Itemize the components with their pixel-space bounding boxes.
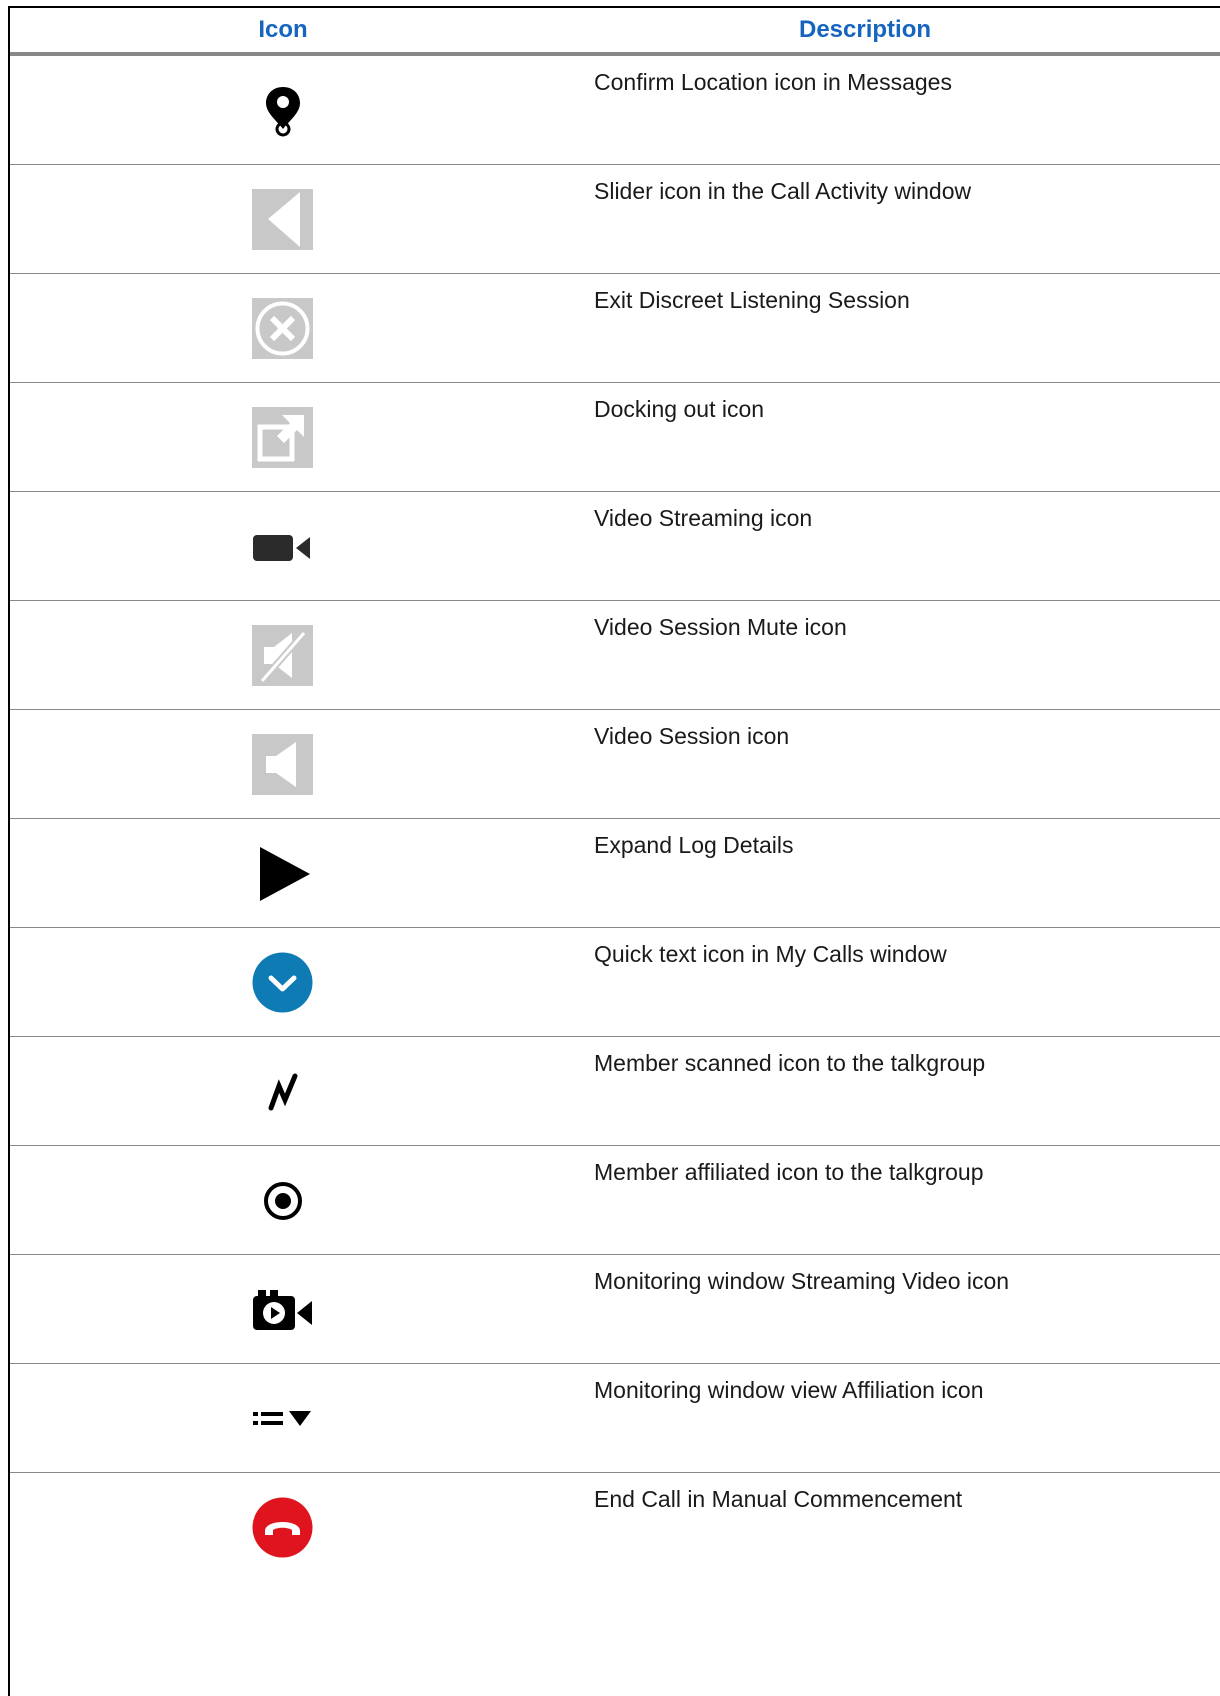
description-column-header: Description: [798, 16, 932, 43]
description-cell: Member scanned icon to the talkgroup: [594, 1050, 986, 1076]
icon-cell: [10, 1364, 556, 1472]
icon-cell: [10, 56, 556, 164]
icon-cell: [10, 1037, 556, 1145]
speaker-muted-icon: [252, 625, 313, 686]
icon-cell: [10, 165, 556, 273]
description-cell: Exit Discreet Listening Session: [594, 287, 910, 313]
table-row: Exit Discreet Listening Session: [10, 274, 1220, 383]
description-cell: Docking out icon: [594, 396, 765, 422]
table-row: Docking out icon: [10, 383, 1220, 492]
description-cell: Slider icon in the Call Activity window: [594, 178, 972, 204]
icon-cell: [10, 1255, 556, 1363]
dock-out-icon: [252, 407, 313, 468]
target-dot-icon: [252, 1170, 313, 1231]
description-cell: Video Session icon: [594, 723, 790, 749]
description-cell: Video Session Mute icon: [594, 614, 847, 640]
table-row: Member scanned icon to the talkgroup: [10, 1037, 1220, 1146]
play-triangle-icon: [252, 843, 313, 904]
location-pin-icon: [252, 80, 313, 141]
icon-cell: [10, 710, 556, 818]
description-cell: End Call in Manual Commencement: [594, 1486, 963, 1512]
table-row: Video Streaming icon: [10, 492, 1220, 601]
table-row: End Call in Manual Commencement: [10, 1473, 1220, 1581]
table-row: Video Session icon: [10, 710, 1220, 819]
description-cell: Video Streaming icon: [594, 505, 813, 531]
table-row: Quick text icon in My Calls window: [10, 928, 1220, 1037]
description-cell: Expand Log Details: [594, 832, 794, 858]
icon-cell: [10, 274, 556, 382]
description-cell: Monitoring window view Affiliation icon: [594, 1377, 984, 1403]
table-row: Member affiliated icon to the talkgroup: [10, 1146, 1220, 1255]
table-header: Icon Description: [10, 8, 1220, 56]
speaker-icon: [252, 734, 313, 795]
icon-description-table: Icon Description Confirm Location icon i…: [8, 6, 1220, 1696]
streaming-camera-icon: [252, 1279, 313, 1340]
table-row: Slider icon in the Call Activity window: [10, 165, 1220, 274]
slider-left-icon: [252, 189, 313, 250]
scan-zigzag-icon: [252, 1061, 313, 1122]
description-cell: Quick text icon in My Calls window: [594, 941, 947, 967]
description-cell: Monitoring window Streaming Video icon: [594, 1268, 1010, 1294]
icon-cell: [10, 819, 556, 927]
icon-cell: [10, 1473, 556, 1581]
table-row: Video Session Mute icon: [10, 601, 1220, 710]
description-cell: Confirm Location icon in Messages: [594, 69, 952, 95]
icon-cell: [10, 928, 556, 1036]
icon-cell: [10, 1146, 556, 1254]
chevron-down-circle-icon: [252, 952, 313, 1013]
list-dropdown-icon: [252, 1388, 313, 1449]
exit-circle-x-icon: [252, 298, 313, 359]
icon-cell: [10, 383, 556, 491]
end-call-icon: [252, 1497, 313, 1558]
icon-column-header: Icon: [258, 16, 308, 43]
table-row: Monitoring window Streaming Video icon: [10, 1255, 1220, 1364]
icon-cell: [10, 492, 556, 600]
table-row: Confirm Location icon in Messages: [10, 56, 1220, 165]
table-row: Expand Log Details: [10, 819, 1220, 928]
icon-cell: [10, 601, 556, 709]
video-camera-icon: [252, 516, 313, 577]
description-cell: Member affiliated icon to the talkgroup: [594, 1159, 984, 1185]
table-row: Monitoring window view Affiliation icon: [10, 1364, 1220, 1473]
